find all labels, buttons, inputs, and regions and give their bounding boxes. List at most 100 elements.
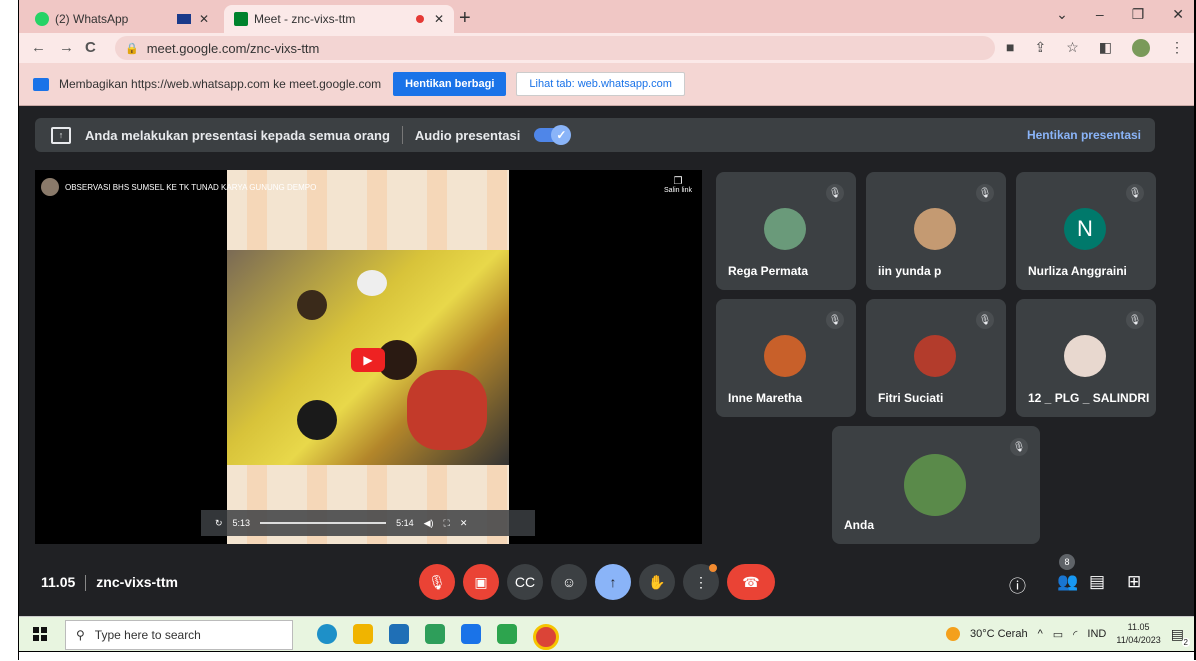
presented-screen: ▶ OBSERVASI BHS SUMSEL KE TK TUNAD KARYA… [35,170,702,544]
system-tray: 30°C Cerah ^ ▭ ◜ IND 11.05 11/04/2023 ▤ 2 [945,621,1190,647]
browser-actions: ■ ⇪ ☆ ◧ ⋮ [1006,39,1184,57]
restore-button[interactable]: ❐ [1132,6,1145,23]
avatar [764,335,806,377]
volume-icon[interactable]: ◀) [424,518,434,529]
child-head [297,400,337,440]
youtube-play-icon[interactable]: ▶ [351,348,385,372]
meeting-time: 11.05 [41,574,76,590]
mic-off-icon: 🎙 [976,184,994,202]
tab-label: (2) WhatsApp [55,12,129,26]
participant-name: iin yunda p [878,264,942,278]
participant-tile[interactable]: 🎙 Inne Maretha [716,299,856,417]
video-controls: ↻ 5:13 5:14 ◀) ⛶ ✕ [201,510,535,536]
participant-tile[interactable]: 🎙 Rega Permata [716,172,856,290]
battery-icon[interactable]: ▭ [1053,628,1063,641]
windows-taskbar: ⚲ Type here to search 30°C Cerah ^ ▭ ◜ I… [19,616,1194,652]
wifi-icon[interactable]: ◜ [1073,628,1077,641]
reload-button[interactable]: C [85,39,96,56]
menu-icon[interactable]: ⋮ [1170,39,1184,57]
activities-icon[interactable]: ⊞ [1127,572,1141,592]
self-tile[interactable]: 🎙 Anda [832,426,1040,544]
camera-off-button[interactable]: ▣ [463,564,499,600]
taskbar-search[interactable]: ⚲ Type here to search [65,620,293,650]
audio-toggle[interactable]: ✓ [534,125,572,145]
captions-button[interactable]: CC [507,564,543,600]
child-red-jacket [407,370,487,450]
tab-label: Meet - znc-vixs-ttm [254,12,356,26]
info-icon[interactable]: ⓘ [1009,572,1026,597]
profile-avatar[interactable] [1132,39,1150,57]
file-explorer-icon[interactable] [353,624,373,644]
present-button[interactable]: ↑ [595,564,631,600]
window-controls: ⌄ – ❐ ✕ [1056,6,1184,23]
weather-text[interactable]: 30°C Cerah [970,628,1028,640]
clock[interactable]: 11.05 11/04/2023 [1116,621,1160,647]
raise-hand-button[interactable]: ✋ [639,564,675,600]
screen-share-indicator-icon [176,14,191,24]
language-indicator[interactable]: IND [1087,628,1106,640]
participant-tile[interactable]: 🎙 N Nurliza Anggraini [1016,172,1156,290]
channel-avatar [41,178,59,196]
copy-link-button[interactable]: ❐ Salin link [664,176,692,194]
browser-toolbar: ← → C 🔒 meet.google.com/znc-vixs-ttm ■ ⇪… [19,33,1194,63]
fullscreen-exit-icon[interactable]: ⛶ [444,518,450,529]
people-icon[interactable]: 👥 [1057,572,1078,592]
notification-count: 2 [1181,637,1190,647]
recording-dot-icon [415,15,424,23]
mail-icon[interactable] [461,624,481,644]
camera-icon[interactable]: ■ [1006,39,1014,57]
edge-icon[interactable] [317,624,337,644]
chat-icon[interactable]: ▤ [1089,572,1105,592]
forward-button[interactable]: → [59,39,74,56]
windows-start-icon[interactable] [33,627,47,641]
avatar [914,208,956,250]
participant-tile[interactable]: 🎙 iin yunda p [866,172,1006,290]
tab-meet[interactable]: Meet - znc-vixs-ttm ✕ [224,5,454,33]
close-tab-icon[interactable]: ✕ [199,12,209,26]
address-bar[interactable]: 🔒 meet.google.com/znc-vixs-ttm [115,36,995,60]
participant-name: Anda [844,518,874,532]
tab-search-icon[interactable]: ⌄ [1056,6,1068,23]
bookmark-star-icon[interactable]: ☆ [1066,39,1079,57]
mic-off-button[interactable]: 🎙 [419,564,455,600]
new-tab-button[interactable]: + [459,7,471,30]
meet-icon [234,12,248,26]
share-icon[interactable]: ⇪ [1034,39,1046,57]
reactions-button[interactable]: ☺ [551,564,587,600]
search-icon: ⚲ [76,628,85,642]
stop-sharing-button[interactable]: Hentikan berbagi [393,72,507,96]
participant-name: Fitri Suciati [878,391,944,405]
participant-tile[interactable]: 🎙 Fitri Suciati [866,299,1006,417]
seek-bar[interactable] [260,522,387,524]
notes-icon[interactable] [497,624,517,644]
view-tab-button[interactable]: Lihat tab: web.whatsapp.com [516,72,685,96]
stop-presenting-button[interactable]: Hentikan presentasi [1027,128,1141,142]
minimize-button[interactable]: – [1096,6,1104,23]
url-text: meet.google.com/znc-vixs-ttm [146,40,320,56]
close-window-button[interactable]: ✕ [1172,6,1184,23]
participant-name: Inne Maretha [728,391,803,405]
side-panel-icon[interactable]: ◧ [1099,39,1112,57]
back-button[interactable]: ← [31,39,46,56]
tab-whatsapp[interactable]: (2) WhatsApp ✕ [25,5,219,33]
chrome-icon[interactable] [533,624,559,650]
close-tab-icon[interactable]: ✕ [434,12,444,26]
mic-off-icon: 🎙 [826,311,844,329]
meeting-code: znc-vixs-ttm [96,574,178,590]
store-icon[interactable] [389,624,409,644]
video-frame: ▶ [227,170,509,544]
meet-control-bar: 11.05 znc-vixs-ttm 🎙 ▣ CC ☺ ↑ ✋ ⋮ ☎ ⓘ 8 👥… [19,544,1194,616]
chevron-up-icon[interactable]: ^ [1038,628,1043,640]
mic-off-icon: 🎙 [1126,311,1144,329]
share-screen-icon [33,77,49,91]
notifications-icon[interactable]: ▤ 2 [1171,626,1190,647]
close-icon[interactable]: ✕ [460,518,468,529]
presenting-message: Anda melakukan presentasi kepada semua o… [85,127,390,143]
avatar [764,208,806,250]
participant-tile[interactable]: 🎙 12 _ PLG _ SALINDRI [1016,299,1156,417]
clock-time: 11.05 [1127,622,1150,632]
audio-label: Audio presentasi [414,127,521,143]
photos-icon[interactable] [425,624,445,644]
replay-icon[interactable]: ↻ [215,518,223,529]
leave-call-button[interactable]: ☎ [727,564,775,600]
